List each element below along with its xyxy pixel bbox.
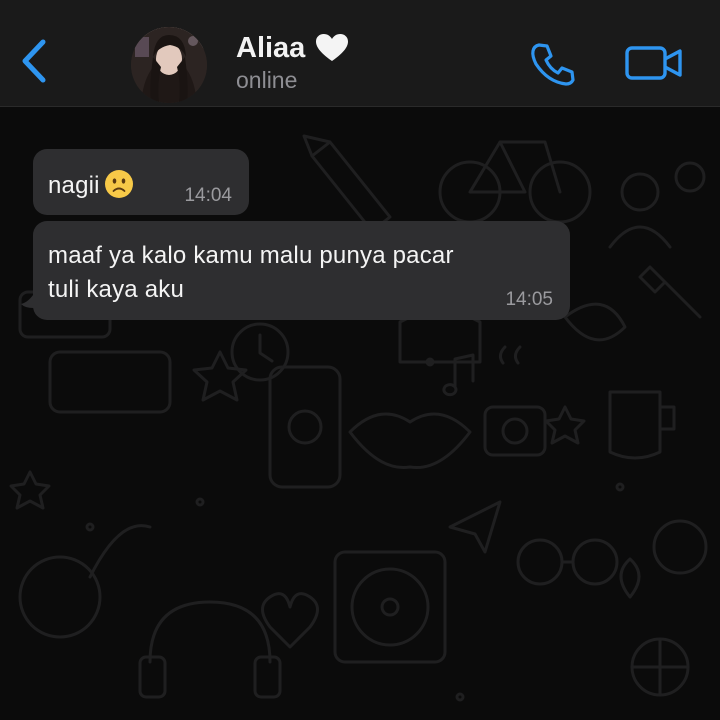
contact-name-row: Aliaa xyxy=(236,28,349,68)
phone-icon xyxy=(531,43,575,86)
chat-header: Aliaa online xyxy=(0,0,720,107)
message-text: maaf ya kalo kamu malu punya pacar tuli … xyxy=(48,239,558,307)
video-camera-icon xyxy=(625,46,682,80)
message-time: 14:04 xyxy=(184,185,232,206)
voice-call-button[interactable] xyxy=(528,40,576,88)
contact-info[interactable]: Aliaa online xyxy=(236,28,349,94)
white-heart-icon xyxy=(316,34,349,61)
contact-status: online xyxy=(236,67,298,93)
message-line: tuli kaya aku xyxy=(48,276,185,303)
message-bubble[interactable]: nagii 14:04 xyxy=(33,149,249,215)
contact-name: Aliaa xyxy=(236,32,306,64)
video-call-button[interactable] xyxy=(625,44,683,82)
contact-avatar[interactable] xyxy=(131,27,207,103)
bubble-tail xyxy=(21,292,35,308)
message-bubble[interactable]: maaf ya kalo kamu malu punya pacar tuli … xyxy=(21,221,570,320)
message-time: 14:05 xyxy=(505,289,553,310)
back-button[interactable] xyxy=(14,38,54,84)
chat-screen: Aliaa online nagii 14:04 maaf ya kalo ka… xyxy=(0,0,720,720)
message-text: nagii xyxy=(48,169,134,200)
chevron-left-icon xyxy=(22,39,46,83)
message-line: maaf ya kalo kamu malu punya pacar xyxy=(48,242,454,269)
avatar-photo xyxy=(131,27,207,103)
slightly-frowning-face-icon xyxy=(104,170,133,198)
